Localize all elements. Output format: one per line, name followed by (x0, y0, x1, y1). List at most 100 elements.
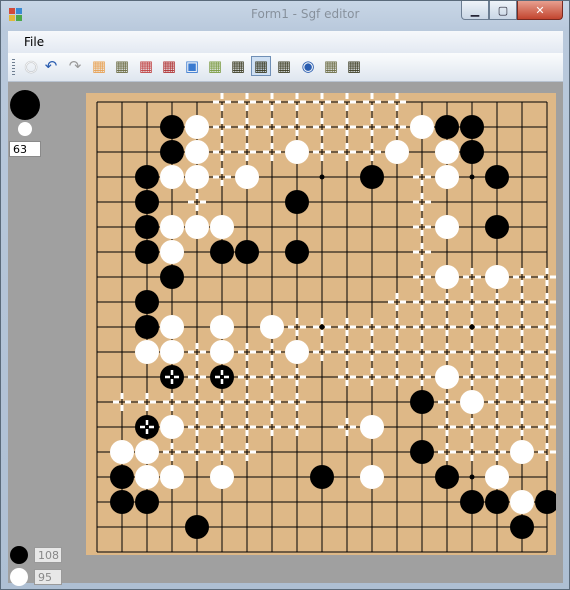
maximize-button[interactable]: ▢ (489, 1, 517, 20)
grid-tool-1-icon: ▦ (91, 56, 107, 75)
white-stone (260, 315, 284, 339)
eye-tool-icon: ◉ (301, 56, 315, 75)
black-stone (110, 490, 134, 514)
white-stone (385, 140, 409, 164)
star-point (469, 174, 475, 180)
grid-tool-10[interactable]: ▦ (344, 56, 364, 76)
white-stone (160, 340, 184, 364)
grid-tool-6[interactable]: ▦ (228, 56, 248, 76)
app-window: Form1 - Sgf editor ▁ ▢ ✕ File ○ ↶ ↷ ▦ ▦ ▦ ▦ ▣ ▦ ▦… (0, 0, 570, 590)
undo-tool-icon: ↶ (44, 56, 58, 75)
minimize-button[interactable]: ▁ (461, 1, 489, 20)
black-count-value: 108 (34, 547, 62, 563)
menu-bar: File (8, 31, 563, 53)
grid-tool-2[interactable]: ▦ (112, 56, 132, 76)
white-stone (435, 165, 459, 189)
white-stone (160, 415, 184, 439)
black-stone (410, 440, 434, 464)
black-stone (460, 115, 484, 139)
title-bar[interactable]: Form1 - Sgf editor ▁ ▢ ✕ (1, 1, 569, 29)
grid-tool-5[interactable]: ▦ (205, 56, 225, 76)
grid-tool-7[interactable]: ▦ (251, 56, 271, 76)
black-stone (135, 165, 159, 189)
eye-tool[interactable]: ◉ (298, 56, 318, 76)
black-stone (285, 190, 309, 214)
white-stone (210, 465, 234, 489)
go-board-canvas[interactable] (86, 93, 556, 555)
black-stone (435, 465, 459, 489)
place-stone-tool[interactable]: ○ (21, 56, 41, 76)
white-stone (185, 115, 209, 139)
black-stone (160, 115, 184, 139)
grid-tool-10-icon: ▦ (346, 56, 362, 75)
white-stone (160, 465, 184, 489)
white-stone (360, 465, 384, 489)
black-stone (210, 365, 234, 389)
black-stone (485, 165, 509, 189)
grid-tool-9-icon: ▦ (323, 56, 339, 75)
white-stone (285, 140, 309, 164)
grid-tool-3-icon: ▦ (138, 56, 154, 75)
white-stone (435, 265, 459, 289)
black-stone (360, 165, 384, 189)
grid-tool-3[interactable]: ▦ (136, 56, 156, 76)
grid-tool-8[interactable]: ▦ (274, 56, 294, 76)
white-stone (435, 215, 459, 239)
white-stone (185, 140, 209, 164)
grid-tool-8-icon: ▦ (276, 56, 292, 75)
white-stone (485, 265, 509, 289)
grid-tool-6-icon: ▦ (230, 56, 246, 75)
image-tool[interactable]: ▣ (182, 56, 202, 76)
star-point (469, 324, 475, 330)
white-stone (160, 215, 184, 239)
black-stone (135, 240, 159, 264)
next-player-stone (18, 122, 32, 136)
black-stone (135, 315, 159, 339)
redo-tool[interactable]: ↷ (65, 56, 85, 76)
white-stone (135, 465, 159, 489)
white-stone (160, 165, 184, 189)
black-stone (135, 215, 159, 239)
toolbar-grip[interactable] (12, 59, 15, 75)
current-player-stone (10, 90, 40, 120)
close-button[interactable]: ✕ (517, 1, 563, 20)
white-stone (460, 390, 484, 414)
black-stone (135, 190, 159, 214)
white-stone (235, 165, 259, 189)
black-stone (310, 465, 334, 489)
menu-file[interactable]: File (24, 35, 44, 49)
white-stone (485, 465, 509, 489)
move-number-field[interactable]: 63 (9, 141, 41, 157)
image-tool-icon: ▣ (184, 56, 200, 75)
white-count-icon (10, 568, 28, 586)
place-stone-tool-icon: ○ (24, 56, 38, 75)
white-stone (210, 340, 234, 364)
black-stone (510, 515, 534, 539)
side-panel: 63 108 95 (8, 81, 78, 586)
black-stone (285, 240, 309, 264)
white-stone (435, 140, 459, 164)
grid-tool-9[interactable]: ▦ (321, 56, 341, 76)
redo-tool-icon: ↷ (68, 56, 82, 75)
go-board[interactable] (86, 93, 556, 555)
black-stone (485, 215, 509, 239)
white-stone (135, 340, 159, 364)
black-stone (535, 490, 556, 514)
star-point (469, 474, 475, 480)
black-stone (160, 265, 184, 289)
black-stone (460, 490, 484, 514)
white-stone (435, 365, 459, 389)
grid-tool-4[interactable]: ▦ (159, 56, 179, 76)
white-stone (110, 440, 134, 464)
window-title: Form1 - Sgf editor (251, 7, 360, 21)
grid-tool-1[interactable]: ▦ (89, 56, 109, 76)
black-stone (435, 115, 459, 139)
black-stone (135, 415, 159, 439)
white-stone (210, 215, 234, 239)
undo-tool[interactable]: ↶ (41, 56, 61, 76)
black-stone (160, 365, 184, 389)
white-stone (410, 115, 434, 139)
black-stone (485, 490, 509, 514)
white-stone (185, 215, 209, 239)
black-count-icon (10, 546, 28, 564)
